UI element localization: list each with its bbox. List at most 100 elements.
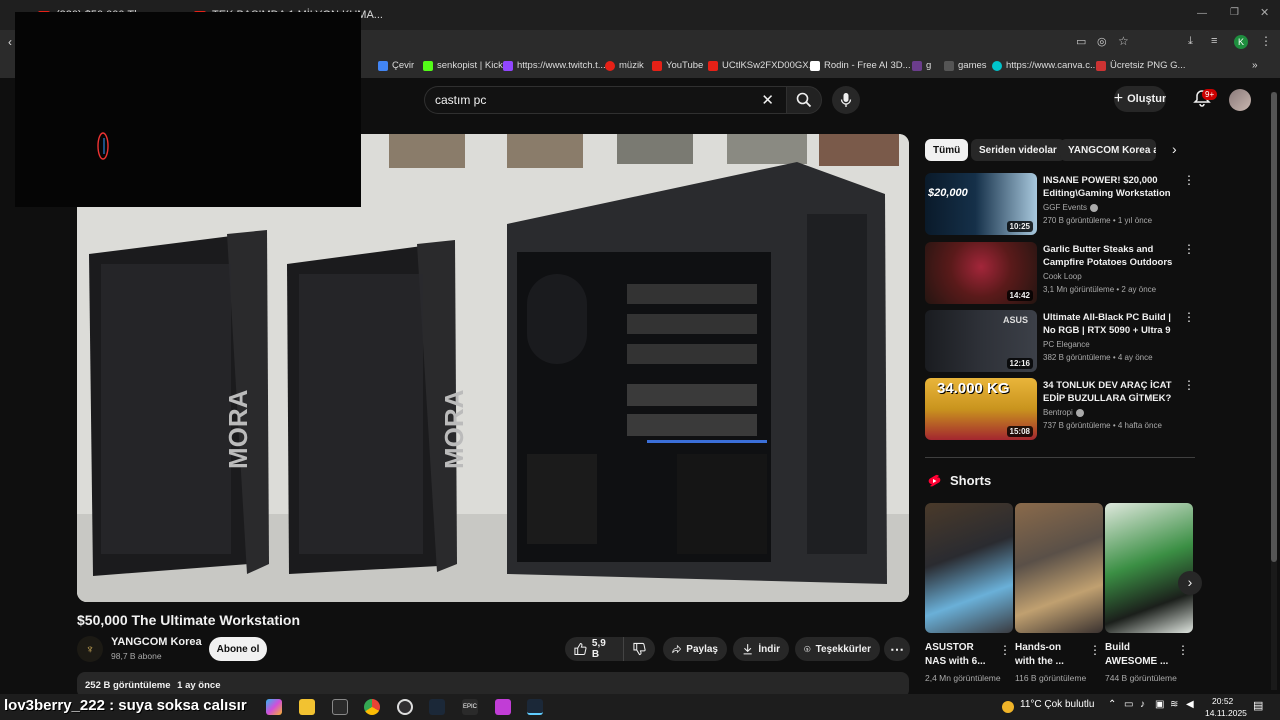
download-icon[interactable]: ⤓ <box>1188 35 1193 48</box>
recommendation-item[interactable]: ASUS 12:16 Ultimate All-Black PC Build |… <box>925 310 1195 372</box>
eye-off-icon[interactable]: ◎ <box>1097 35 1107 48</box>
bookmark-item[interactable]: Çevir <box>378 60 414 71</box>
channel-name[interactable]: YANGCOM Korea <box>111 636 202 648</box>
obs-icon[interactable] <box>397 699 413 715</box>
recommendation-item[interactable]: 14:42 Garlic Butter Steaks and Campfire … <box>925 242 1195 304</box>
bookmark-item[interactable]: Ücretsiz PNG G... <box>1096 60 1185 71</box>
short-thumbnail[interactable] <box>925 503 1013 633</box>
short-views: 744 B görüntüleme <box>1105 673 1177 683</box>
app-icon[interactable] <box>495 699 511 715</box>
display-icon[interactable]: ▣ <box>1155 699 1164 710</box>
recommendation-item[interactable]: $20,000 10:25 INSANE POWER! $20,000 Edit… <box>925 173 1195 235</box>
video-meta: 3,1 Mn görüntüleme • 2 ay önce <box>1043 285 1157 294</box>
video-meta: 270 B görüntüleme • 1 yıl önce <box>1043 216 1153 225</box>
chips-next-icon[interactable]: › <box>1172 141 1177 157</box>
search-button[interactable] <box>786 86 822 114</box>
profile-avatar[interactable]: K <box>1234 35 1248 49</box>
view-count: 252 B görüntüleme <box>85 680 171 691</box>
search-input[interactable]: castım pc ✕ <box>424 86 786 114</box>
bookmark-item[interactable]: games <box>944 60 987 71</box>
account-avatar[interactable] <box>1229 89 1251 111</box>
browser-menu-icon[interactable]: ⋮ <box>1260 34 1272 48</box>
store-icon[interactable] <box>332 699 348 715</box>
share-icon <box>672 644 682 654</box>
channel-avatar[interactable]: ♆ <box>77 636 103 662</box>
page-scrollbar[interactable] <box>1271 92 1277 690</box>
video-thumbnail[interactable]: 34.000 KG 15:08 <box>925 378 1037 440</box>
bookmark-star-icon[interactable]: ☆ <box>1118 34 1129 48</box>
volume-icon[interactable]: ◀ <box>1186 699 1194 710</box>
subscribe-button[interactable]: Abone ol <box>209 637 267 661</box>
more-options-icon[interactable]: ⋮ <box>1183 243 1195 255</box>
steam-icon[interactable] <box>429 699 445 715</box>
bookmark-item[interactable]: YouTube <box>652 60 703 71</box>
copilot-icon[interactable] <box>266 699 282 715</box>
more-bookmarks-icon[interactable]: » <box>1252 60 1258 71</box>
super-thanks-icon: $ <box>804 645 811 653</box>
clock-date[interactable]: 14.11.2025 <box>1205 708 1247 718</box>
video-thumbnail[interactable]: ASUS 12:16 <box>925 310 1037 372</box>
cast-icon[interactable]: ▭ <box>1076 35 1086 48</box>
voice-search-button[interactable] <box>832 86 860 114</box>
more-options-icon[interactable]: ⋮ <box>1183 174 1195 186</box>
like-button[interactable]: 5,9 B <box>565 637 623 661</box>
network-icon[interactable]: ▭ <box>1124 699 1133 710</box>
mora-logo-left: MORA <box>223 389 253 469</box>
video-thumbnail[interactable]: 14:42 <box>925 242 1037 304</box>
bookmark-item[interactable]: UCtlKSw2FXD00GX... <box>708 60 817 71</box>
bookmark-item[interactable]: https://www.twitch.t... <box>503 60 606 71</box>
short-title: Build AWESOME ... <box>1105 642 1169 667</box>
thanks-button[interactable]: $ Teşekkürler <box>795 637 880 661</box>
more-options-icon[interactable]: ⋮ <box>1177 643 1189 657</box>
microphone-tray-icon[interactable]: ♪ <box>1140 699 1145 710</box>
video-duration: 14:42 <box>1006 290 1033 301</box>
download-icon <box>743 644 752 655</box>
restore-icon[interactable]: ❐ <box>1230 7 1239 18</box>
chip-series[interactable]: Seriden videolar <box>971 139 1065 161</box>
chip-channel[interactable]: YANGCOM Korea adlı... <box>1060 139 1156 161</box>
notification-center-icon[interactable]: ▤ <box>1253 699 1263 712</box>
clear-search-icon[interactable]: ✕ <box>761 91 774 109</box>
chip-all[interactable]: Tümü <box>925 139 969 161</box>
video-title: 34 TONLUK DEV ARAÇ İCAT EDİP BUZULLARA G… <box>1043 380 1172 404</box>
weather-text[interactable]: 11°C Çok bulutlu <box>1020 699 1094 710</box>
shorts-heading: Shorts <box>950 473 992 488</box>
bookmark-item[interactable]: https://www.canva.c... <box>992 60 1098 71</box>
weather-icon[interactable] <box>1002 701 1014 713</box>
share-button[interactable]: Paylaş <box>663 637 727 661</box>
bookmark-item[interactable]: g <box>912 60 931 71</box>
video-title: $50,000 The Ultimate Workstation <box>77 612 301 628</box>
more-actions-icon[interactable]: ⋯ <box>884 637 910 661</box>
more-options-icon[interactable]: ⋮ <box>1183 311 1195 323</box>
dislike-button[interactable] <box>623 637 655 661</box>
video-thumbnail[interactable]: $20,000 10:25 <box>925 173 1037 235</box>
scrollbar-thumb[interactable] <box>1271 92 1277 562</box>
more-options-icon[interactable]: ⋮ <box>1183 379 1195 391</box>
epic-games-icon[interactable]: EPIC <box>462 699 478 715</box>
channel-name: Cook Loop <box>1043 272 1082 281</box>
steam-active-icon[interactable] <box>527 699 543 715</box>
bookmark-item[interactable]: Rodin - Free AI 3D... <box>810 60 911 71</box>
bookmark-item[interactable]: senkopist | Kick <box>423 60 503 71</box>
search-icon <box>796 92 812 108</box>
short-thumbnail[interactable] <box>1015 503 1103 633</box>
twitch-icon <box>503 60 513 71</box>
bookmark-item[interactable]: müzik <box>605 60 644 71</box>
back-icon[interactable]: ‹ <box>8 35 12 49</box>
shorts-next-icon[interactable]: › <box>1178 571 1202 595</box>
more-options-icon[interactable]: ⋮ <box>1089 643 1101 657</box>
tray-overflow-icon[interactable]: ⌃ <box>1108 699 1116 710</box>
reading-list-icon[interactable]: ≡ <box>1211 35 1217 47</box>
close-window-icon[interactable]: ✕ <box>1260 6 1269 19</box>
file-explorer-icon[interactable] <box>299 699 315 715</box>
create-button[interactable]: + Oluştur <box>1114 86 1166 112</box>
download-button[interactable]: İndir <box>733 637 789 661</box>
short-thumbnail[interactable] <box>1105 503 1193 633</box>
minimize-icon[interactable]: — <box>1197 8 1207 19</box>
youtube-icon <box>708 60 718 71</box>
recommendation-item[interactable]: 34.000 KG 15:08 34 TONLUK DEV ARAÇ İCAT … <box>925 378 1195 440</box>
clock-time[interactable]: 20:52 <box>1212 696 1233 706</box>
chrome-icon[interactable] <box>364 699 380 715</box>
wifi-icon[interactable]: ≋ <box>1170 699 1178 710</box>
more-options-icon[interactable]: ⋮ <box>999 643 1011 657</box>
